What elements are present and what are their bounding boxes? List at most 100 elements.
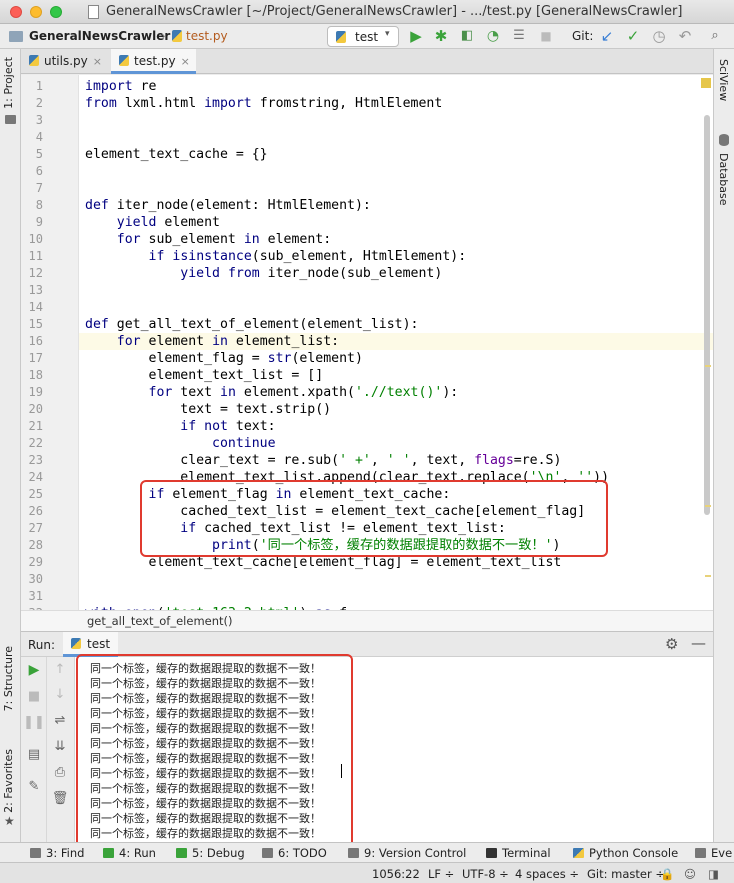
python-console-tool-tab[interactable]: Python Console [573,846,678,860]
code-line: yield from iter_node(sub_element) [180,266,443,281]
line-number: 10 [28,232,43,246]
editor-breadcrumb-bar: get_all_text_of_element() [21,610,713,631]
line-number: 6 [35,164,43,178]
editor-tabs: utils.py × test.py × [21,49,713,74]
event-log-tool-tab[interactable]: Eve [695,846,732,860]
line-number: 17 [28,351,43,365]
minimize-panel-icon[interactable]: — [691,634,706,652]
git-branch-select[interactable]: Git: master ÷ [587,867,665,881]
zoom-window-button[interactable] [50,6,62,18]
tab-test-py[interactable]: test.py × [111,49,196,74]
sciview-tool-tab[interactable]: SciView [717,59,730,101]
pause-icon[interactable]: ❚❚ [21,715,47,730]
code-line: element_flag = str(element) [85,351,363,366]
pin-icon[interactable]: ✎ [21,779,47,794]
git-update-icon[interactable]: ↙ [598,27,616,45]
stop-icon[interactable]: ■ [21,689,47,704]
scroll-marker [705,365,711,367]
soft-wrap-icon[interactable]: ⇌ [47,713,73,728]
trash-icon[interactable]: 🗑 [47,791,73,806]
line-separator-select[interactable]: LF ÷ [428,867,454,881]
up-arrow-icon[interactable]: ↑ [47,662,73,677]
analysis-warning-icon[interactable] [701,78,711,88]
line-number: 28 [28,538,43,552]
indent-select[interactable]: 4 spaces ÷ [515,867,579,881]
run-tool-tab[interactable]: 4: Run [103,846,156,860]
rerun-icon[interactable]: ▶ [21,662,47,678]
tab-utils-py[interactable]: utils.py × [21,49,108,74]
layout-icon[interactable]: ▤ [21,747,47,762]
debug-bug-icon[interactable]: ✱ [432,27,450,45]
run-icon[interactable]: ▶ [407,27,425,45]
find-tool-tab[interactable]: 3: Find [30,846,84,860]
line-number: 11 [28,249,43,263]
inspector-icon[interactable]: ☺ [684,867,696,881]
database-tool-tab[interactable]: Database [717,153,730,206]
down-arrow-icon[interactable]: ↓ [47,687,73,702]
close-tab-icon[interactable]: × [93,55,102,68]
annotation-box-console [76,654,353,851]
line-number: 3 [35,113,43,127]
line-number: 14 [28,300,43,314]
console-tools-column: ↑ ↓ ⇌ ⇊ ⎙ 🗑 [47,657,75,842]
caret-position[interactable]: 1056:22 [372,867,420,881]
line-number: 25 [28,487,43,501]
close-tab-icon[interactable]: × [181,55,190,68]
find-icon [30,848,41,858]
git-history-icon[interactable]: ◷ [650,27,668,45]
scroll-marker [705,575,711,577]
function-breadcrumb[interactable]: get_all_text_of_element() [87,614,233,628]
line-number: 16 [28,334,43,348]
todo-icon [262,848,273,858]
annotation-box-code [140,480,608,557]
line-number: 21 [28,419,43,433]
line-number: 9 [35,215,43,229]
minimize-window-button[interactable] [30,6,42,18]
python-file-icon [29,55,39,66]
editor-scrollbar[interactable] [704,115,710,515]
version-control-tool-tab[interactable]: 9: Version Control [348,846,466,860]
todo-tool-tab[interactable]: 6: TODO [262,846,327,860]
notifications-icon[interactable]: ◨ [708,867,719,881]
concurrency-diagram-icon[interactable]: ☰ [510,27,528,45]
close-window-button[interactable] [10,6,22,18]
python-file-icon [172,30,182,42]
profile-icon[interactable]: ◔ [484,27,502,45]
code-line: continue [212,436,276,451]
print-icon[interactable]: ⎙ [47,765,73,780]
run-configuration-select[interactable]: test ▾ [327,26,399,47]
encoding-select[interactable]: UTF-8 ÷ [462,867,509,881]
gear-icon[interactable]: ⚙ [665,635,678,653]
git-rollback-icon[interactable]: ↶ [676,27,694,45]
line-number: 27 [28,521,43,535]
search-icon[interactable]: ⌕ [706,27,724,45]
run-with-coverage-icon[interactable]: ◧ [458,27,476,45]
git-label: Git: [572,29,594,43]
line-number: 13 [28,283,43,297]
lock-icon[interactable]: 🔒 [660,867,674,881]
stop-icon[interactable]: ■ [537,27,555,45]
code-line: def get_all_text_of_element(element_list… [85,317,419,332]
favorites-tool-tab[interactable]: 2: Favorites [2,749,15,813]
document-icon [88,5,99,19]
title-bar: GeneralNewsCrawler [~/Project/GeneralNew… [0,0,734,24]
terminal-tool-tab[interactable]: Terminal [486,846,551,860]
scroll-marker [705,505,711,507]
python-console-icon [573,848,584,858]
scroll-to-end-icon[interactable]: ⇊ [47,739,73,754]
star-icon: ★ [4,814,15,828]
debug-tool-tab[interactable]: 5: Debug [176,846,245,860]
code-line: yield element [116,215,220,230]
run-icon [103,848,114,858]
line-number: 29 [28,555,43,569]
line-number: 26 [28,504,43,518]
database-icon [719,134,729,146]
line-number: 8 [35,198,43,212]
code-line: import re [85,79,157,94]
project-tool-tab[interactable]: 1: Project [2,57,15,109]
git-commit-icon[interactable]: ✓ [624,27,642,45]
python-file-icon [336,31,346,43]
structure-tool-tab[interactable]: 7: Structure [2,646,15,711]
breadcrumb-file[interactable]: test.py [186,29,228,43]
breadcrumb-project[interactable]: GeneralNewsCrawler [29,29,170,43]
